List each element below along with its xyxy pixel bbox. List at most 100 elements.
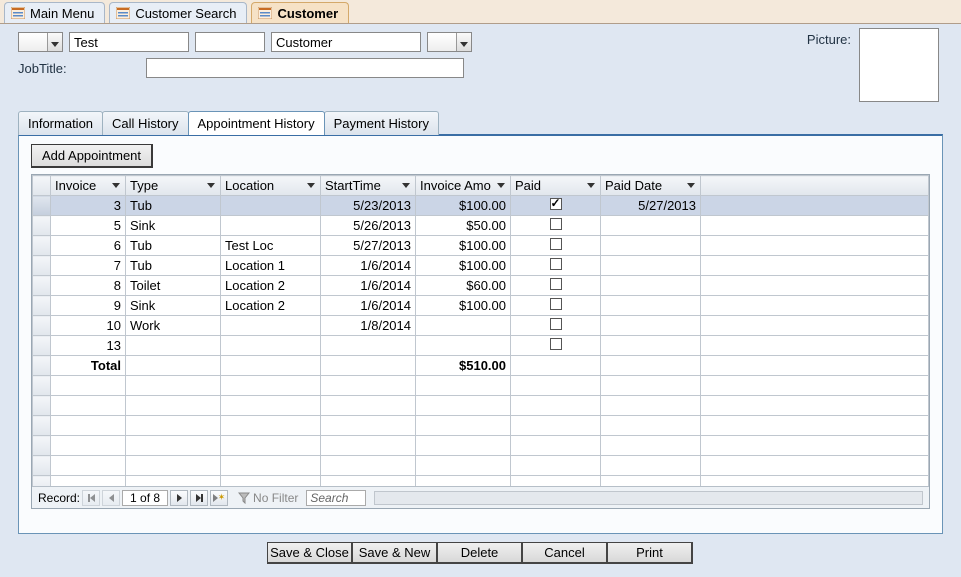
cell-type[interactable]: Work [126, 316, 221, 336]
cell-paid[interactable] [511, 316, 601, 336]
cell-type[interactable] [126, 336, 221, 356]
cell-invoice[interactable]: 6 [51, 236, 126, 256]
table-row[interactable]: 5Sink 5/26/2013$50.00 [33, 216, 929, 236]
table-row[interactable]: 9SinkLocation 21/6/2014$100.00 [33, 296, 929, 316]
cell-paid-date[interactable] [601, 216, 701, 236]
paid-checkbox[interactable] [550, 338, 562, 350]
paid-checkbox[interactable] [550, 278, 562, 290]
cell-invoice[interactable]: 9 [51, 296, 126, 316]
cell-invoice[interactable]: 5 [51, 216, 126, 236]
cell-start[interactable]: 1/6/2014 [321, 276, 416, 296]
row-selector[interactable] [33, 296, 51, 316]
cell-location[interactable] [221, 316, 321, 336]
job-title-input[interactable] [146, 58, 464, 78]
cell-paid[interactable] [511, 336, 601, 356]
sort-dropdown-icon[interactable] [306, 181, 316, 191]
paid-checkbox[interactable] [550, 238, 562, 250]
cell-paid[interactable] [511, 276, 601, 296]
paid-checkbox[interactable] [550, 258, 562, 270]
sort-dropdown-icon[interactable] [586, 181, 596, 191]
cell-type[interactable]: Toilet [126, 276, 221, 296]
cell-location[interactable]: Test Loc [221, 236, 321, 256]
cell-location[interactable] [221, 336, 321, 356]
cell-paid[interactable] [511, 236, 601, 256]
column-header[interactable]: Paid [511, 176, 601, 196]
cell-start[interactable]: 1/8/2014 [321, 316, 416, 336]
cell-paid-date[interactable] [601, 296, 701, 316]
cell-type[interactable]: Sink [126, 216, 221, 236]
cell-location[interactable]: Location 1 [221, 256, 321, 276]
sort-dropdown-icon[interactable] [111, 181, 121, 191]
table-row[interactable]: 10Work 1/8/2014 [33, 316, 929, 336]
cell-paid-date[interactable] [601, 236, 701, 256]
cell-invoice[interactable]: 10 [51, 316, 126, 336]
cell-paid-date[interactable] [601, 256, 701, 276]
sort-dropdown-icon[interactable] [206, 181, 216, 191]
cell-paid-date[interactable] [601, 276, 701, 296]
search-input[interactable] [306, 490, 366, 506]
paid-checkbox[interactable] [550, 298, 562, 310]
print-button[interactable]: Print [607, 542, 693, 564]
nav-last-button[interactable] [190, 490, 208, 506]
sort-dropdown-icon[interactable] [401, 181, 411, 191]
cell-start[interactable]: 1/6/2014 [321, 296, 416, 316]
cancel-button[interactable]: Cancel [522, 542, 608, 564]
cell-paid[interactable] [511, 256, 601, 276]
nav-prev-button[interactable] [102, 490, 120, 506]
cell-start[interactable]: 5/26/2013 [321, 216, 416, 236]
delete-button[interactable]: Delete [437, 542, 523, 564]
nav-first-button[interactable] [82, 490, 100, 506]
cell-invoice[interactable]: 7 [51, 256, 126, 276]
nav-next-button[interactable] [170, 490, 188, 506]
paid-checkbox[interactable] [550, 318, 562, 330]
window-tab-customer-search[interactable]: Customer Search [109, 2, 247, 23]
cell-paid-date[interactable] [601, 316, 701, 336]
window-tab-main-menu[interactable]: Main Menu [4, 2, 105, 23]
horizontal-scrollbar[interactable] [374, 491, 923, 505]
cell-location[interactable] [221, 196, 321, 216]
prefix-combo[interactable] [18, 32, 63, 52]
column-header[interactable]: Type [126, 176, 221, 196]
suffix-combo[interactable] [427, 32, 472, 52]
cell-amount[interactable] [416, 336, 511, 356]
table-row[interactable]: 7TubLocation 11/6/2014$100.00 [33, 256, 929, 276]
tab-call-history[interactable]: Call History [102, 111, 188, 135]
cell-amount[interactable]: $100.00 [416, 296, 511, 316]
paid-checkbox[interactable] [550, 218, 562, 230]
row-selector[interactable] [33, 336, 51, 356]
cell-amount[interactable] [416, 316, 511, 336]
tab-information[interactable]: Information [18, 111, 103, 135]
column-header[interactable]: Paid Date [601, 176, 701, 196]
middle-name-input[interactable] [195, 32, 265, 52]
cell-amount[interactable]: $100.00 [416, 196, 511, 216]
cell-amount[interactable]: $50.00 [416, 216, 511, 236]
cell-invoice[interactable]: 8 [51, 276, 126, 296]
cell-paid[interactable] [511, 196, 601, 216]
window-tab-customer[interactable]: Customer [251, 2, 349, 23]
cell-type[interactable]: Tub [126, 236, 221, 256]
cell-amount[interactable]: $100.00 [416, 236, 511, 256]
cell-start[interactable]: 1/6/2014 [321, 256, 416, 276]
record-position-input[interactable] [122, 490, 168, 506]
column-header[interactable]: Invoice Amo [416, 176, 511, 196]
tab-payment-history[interactable]: Payment History [324, 111, 439, 135]
cell-paid[interactable] [511, 296, 601, 316]
table-row[interactable]: 3Tub5/23/2013$100.005/27/2013 [33, 196, 929, 216]
cell-paid-date[interactable] [601, 336, 701, 356]
row-selector[interactable] [33, 216, 51, 236]
cell-amount[interactable]: $60.00 [416, 276, 511, 296]
add-appointment-button[interactable]: Add Appointment [31, 144, 153, 168]
table-row[interactable]: 13 [33, 336, 929, 356]
cell-type[interactable]: Tub [126, 256, 221, 276]
sort-dropdown-icon[interactable] [496, 181, 506, 191]
cell-start[interactable] [321, 336, 416, 356]
column-header[interactable]: Location [221, 176, 321, 196]
row-selector[interactable] [33, 316, 51, 336]
row-selector[interactable] [33, 256, 51, 276]
cell-type[interactable]: Tub [126, 196, 221, 216]
row-selector[interactable] [33, 196, 51, 216]
cell-invoice[interactable]: 13 [51, 336, 126, 356]
table-row[interactable]: 8ToiletLocation 21/6/2014$60.00 [33, 276, 929, 296]
column-header[interactable]: Invoice [51, 176, 126, 196]
last-name-input[interactable] [271, 32, 421, 52]
